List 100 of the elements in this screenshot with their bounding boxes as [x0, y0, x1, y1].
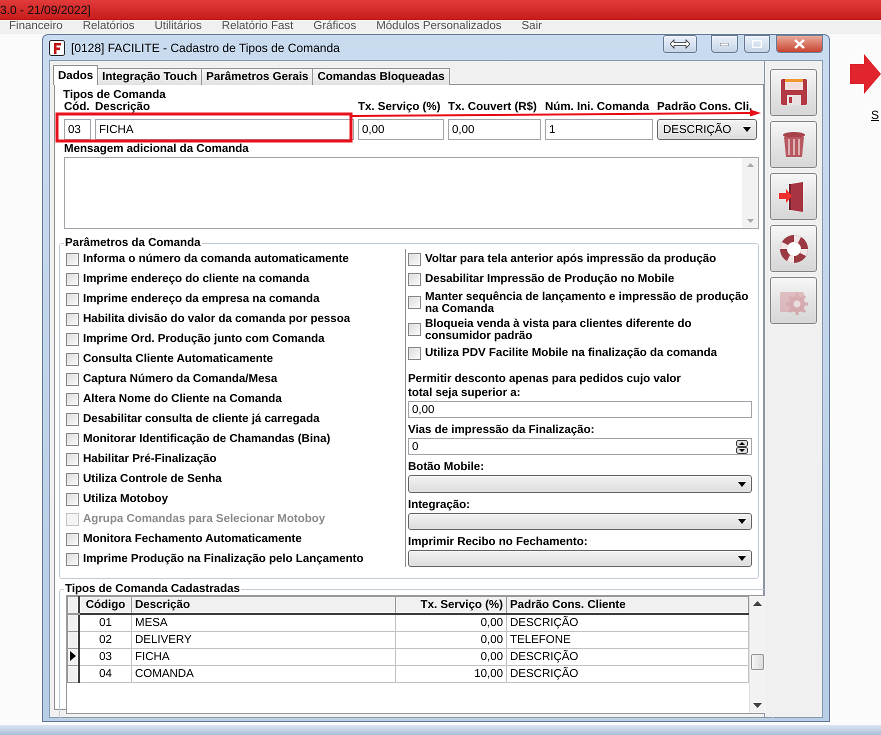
table-cell: 0,00: [396, 648, 506, 666]
menu-item[interactable]: Utilitários: [154, 20, 202, 33]
row-pointer-icon: [70, 650, 76, 660]
checkbox[interactable]: [66, 252, 79, 266]
checkbox-label: Captura Número da Comanda/Mesa: [83, 373, 278, 385]
spinner-icon[interactable]: [736, 440, 748, 454]
checkbox-label: Monitorar Identificação de Chamandas (Bina): [83, 433, 330, 445]
checkbox[interactable]: [66, 392, 79, 406]
checkbox[interactable]: [408, 296, 421, 309]
caret-icon: [738, 482, 746, 486]
checkbox-label: Utiliza Controle de Senha: [83, 473, 222, 485]
checkbox[interactable]: [66, 312, 79, 326]
section-title: Tipos de Comanda: [62, 89, 167, 101]
checkbox-label: Altera Nome do Cliente na Comanda: [83, 393, 282, 405]
section-title: Tipos de Comanda Cadastradas: [64, 583, 241, 595]
app-icon: [49, 40, 65, 56]
resize-button[interactable]: [663, 35, 697, 53]
checkbox[interactable]: [408, 272, 421, 286]
menu-item[interactable]: Sair: [522, 20, 542, 33]
message-field[interactable]: [64, 157, 759, 229]
number-field[interactable]: 0: [408, 438, 752, 456]
minimize-button[interactable]: [711, 35, 738, 53]
column-header[interactable]: Padrão Cons. Cliente: [506, 596, 748, 614]
menu-item[interactable]: Financeiro: [9, 20, 63, 33]
row-indicator[interactable]: [68, 632, 79, 648]
table-cell: DELIVERY: [132, 632, 396, 648]
checkbox-label: Imprime Ord. Produção junto com Comanda: [83, 333, 325, 345]
field-label: Botão Mobile:: [408, 460, 486, 474]
checkbox[interactable]: [66, 472, 79, 486]
text-field[interactable]: 0,00: [358, 119, 444, 140]
double-arrow-icon: [670, 39, 690, 49]
column-header[interactable]: Descrição: [132, 596, 396, 614]
checkbox[interactable]: [66, 332, 79, 346]
menu-item[interactable]: Relatórios: [82, 20, 134, 33]
menu-item[interactable]: Gráficos: [313, 20, 356, 33]
exit-button[interactable]: [770, 173, 817, 220]
row-indicator[interactable]: [68, 614, 79, 632]
window-title: [0128] FACILITE - Cadastro de Tipos de Comanda: [71, 40, 340, 54]
row-indicator[interactable]: [68, 666, 79, 682]
save-button[interactable]: [770, 69, 817, 116]
checkbox[interactable]: [66, 372, 79, 386]
checkbox[interactable]: [408, 323, 421, 336]
text-field[interactable]: 0,00: [408, 401, 752, 418]
checkbox[interactable]: [66, 552, 79, 566]
field-label: Núm. Ini. Comanda: [545, 101, 650, 113]
scroll-up-icon[interactable]: [753, 601, 762, 606]
table-cell: DESCRIÇÃO: [506, 666, 748, 682]
checkbox[interactable]: [66, 492, 79, 506]
checkbox-label: Habilita divisão do valor da comanda por pessoa: [83, 313, 350, 325]
scroll-down-icon[interactable]: [753, 703, 762, 708]
field-label: Descrição: [95, 101, 151, 113]
tab[interactable]: Comandas Bloqueadas: [312, 68, 450, 85]
text-field[interactable]: 0,00: [448, 119, 541, 140]
text-field[interactable]: FICHA: [95, 119, 354, 140]
checkbox-label: Monitora Fechamento Automaticamente: [83, 533, 302, 545]
checkbox[interactable]: [66, 292, 79, 306]
checkbox-label: Utiliza Motoboy: [83, 493, 168, 505]
scroll-thumb[interactable]: [751, 654, 764, 670]
menu-item[interactable]: Módulos Personalizados: [376, 20, 502, 33]
checkbox[interactable]: [66, 412, 79, 426]
maximize-button[interactable]: [744, 35, 770, 53]
text-field[interactable]: 1: [545, 119, 653, 140]
caret-icon: [738, 518, 746, 524]
checkbox[interactable]: [66, 532, 79, 546]
checkbox[interactable]: [66, 272, 79, 286]
tab[interactable]: Parâmetros Gerais: [201, 68, 314, 85]
app-title: 3.0 - 21/09/2022]: [0, 3, 91, 17]
dropdown[interactable]: DESCRIÇÃO: [657, 119, 757, 140]
checkbox[interactable]: [408, 346, 421, 360]
minimize-icon: [720, 42, 729, 46]
checkbox[interactable]: [66, 352, 79, 366]
arrow-icon[interactable]: [850, 52, 881, 96]
tab[interactable]: Dados: [53, 65, 98, 85]
column-header[interactable]: Tx. Serviço (%): [396, 596, 506, 614]
checkbox[interactable]: [408, 252, 421, 266]
close-button[interactable]: [776, 35, 823, 53]
scrollbar[interactable]: [749, 596, 766, 713]
table-cell: 0,00: [396, 632, 506, 648]
dropdown[interactable]: [408, 475, 752, 493]
checkbox[interactable]: [66, 432, 79, 446]
row-indicator[interactable]: [68, 648, 79, 666]
menu-item[interactable]: Relatório Fast: [222, 20, 294, 33]
dropdown[interactable]: [408, 512, 752, 530]
checkbox-label: Manter sequência de lançamento e impressão de produção na Comanda: [425, 290, 750, 314]
table-cell: 04: [79, 666, 132, 682]
tab[interactable]: Integração Touch: [97, 68, 202, 85]
table-cell: 10,00: [396, 666, 506, 682]
side-label[interactable]: S: [870, 108, 879, 122]
table-cell: 03: [79, 648, 132, 666]
checkbox-label: Desabilitar consulta de cliente já carregada: [83, 413, 320, 425]
delete-button[interactable]: [770, 121, 817, 168]
checkbox[interactable]: [66, 452, 79, 466]
checkbox-label: Imprime endereço da empresa na comanda: [83, 293, 320, 305]
checkbox-label: Imprime Produção na Finalização pelo Lançamento: [83, 553, 364, 565]
field-label: Permitir desconto apenas para pedidos cujo valor total seja superior a:: [408, 372, 682, 400]
help-button[interactable]: [770, 225, 817, 272]
checkbox-label: Utiliza PDV Facilite Mobile na finalização da comanda: [425, 347, 718, 359]
column-header[interactable]: Código: [79, 596, 132, 614]
text-field[interactable]: 03: [64, 119, 91, 140]
dropdown[interactable]: [408, 550, 752, 568]
